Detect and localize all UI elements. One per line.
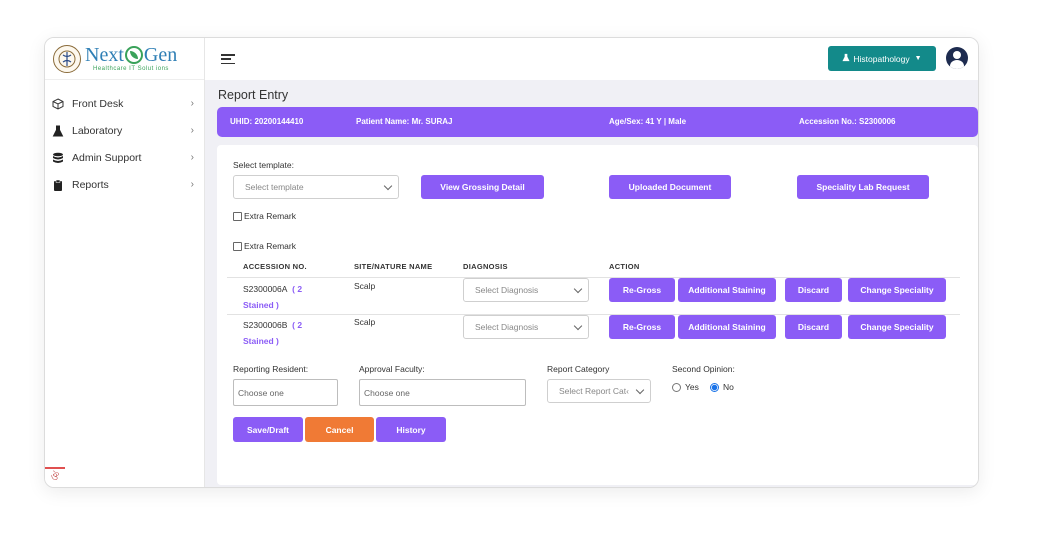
cancel-button[interactable]: Cancel xyxy=(305,417,374,442)
chevron-down-icon xyxy=(635,385,645,395)
logo-name: Next Gen xyxy=(85,44,178,66)
main-area: Histopathology ▼ Report Entry UHID: 2020… xyxy=(205,38,978,487)
regross-button[interactable]: Re-Gross xyxy=(609,278,675,302)
save-draft-button[interactable]: Save/Draft xyxy=(233,417,303,442)
sidebar-item-laboratory[interactable]: Laboratory › xyxy=(45,117,204,144)
patient-name: Patient Name: Mr. SURAJ xyxy=(356,117,453,126)
age-sex: Age/Sex: 41 Y | Male xyxy=(609,117,687,126)
speciality-lab-request-button[interactable]: Speciality Lab Request xyxy=(797,175,929,199)
department-label: Histopathology xyxy=(853,53,910,64)
header-diagnosis: DIAGNOSIS xyxy=(463,262,508,271)
emblem-icon xyxy=(53,44,81,73)
diagnosis-select[interactable]: Select Diagnosis xyxy=(463,278,589,302)
sidebar-nav: Front Desk › Laboratory › Admin Support … xyxy=(45,90,204,198)
discard-button[interactable]: Discard xyxy=(785,315,842,339)
change-speciality-button[interactable]: Change Speciality xyxy=(848,278,946,302)
view-grossing-detail-button[interactable]: View Grossing Detail xyxy=(421,175,544,199)
page-title: Report Entry xyxy=(218,88,289,102)
additional-staining-button[interactable]: Additional Staining xyxy=(678,278,776,302)
flask-icon xyxy=(52,125,64,137)
chevron-down-icon xyxy=(383,181,393,191)
sidebar-item-label: Admin Support xyxy=(72,151,142,164)
logo: Next Gen Healthcare IT Solut ions xyxy=(45,38,204,80)
patient-info-bar: UHID: 20200144410 Patient Name: Mr. SURA… xyxy=(217,107,978,137)
sidebar-item-admin-support[interactable]: Admin Support › xyxy=(45,144,204,171)
header-action: ACTION xyxy=(609,262,640,271)
report-category-label: Report Category xyxy=(547,364,610,374)
chevron-down-icon xyxy=(573,284,583,294)
table-row-site: Scalp xyxy=(354,281,376,291)
menu-icon[interactable] xyxy=(221,54,235,64)
second-opinion-label: Second Opinion: xyxy=(672,364,735,374)
approval-faculty-input[interactable]: Choose one xyxy=(359,379,526,406)
accession-number: Accession No.: S2300006 xyxy=(799,117,896,126)
uploaded-document-button[interactable]: Uploaded Document xyxy=(609,175,731,199)
select-template-label: Select template: xyxy=(233,160,294,170)
chevron-right-icon: › xyxy=(190,152,194,163)
department-dropdown[interactable]: Histopathology ▼ xyxy=(828,46,936,71)
caret-down-icon: ▼ xyxy=(914,55,922,62)
uhid: UHID: 20200144410 xyxy=(230,117,304,126)
header-site: SITE/NATURE NAME xyxy=(354,262,433,271)
discard-button[interactable]: Discard xyxy=(785,278,842,302)
sidebar-item-label: Laboratory xyxy=(72,124,123,137)
cube-icon xyxy=(52,97,64,110)
clipboard-icon xyxy=(52,179,64,191)
app-window: Next Gen Healthcare IT Solut ions Front D… xyxy=(44,37,979,488)
sidebar: Next Gen Healthcare IT Solut ions Front D… xyxy=(45,38,205,487)
header-accession: ACCESSION NO. xyxy=(243,262,307,271)
user-avatar-icon[interactable] xyxy=(946,47,968,69)
approval-faculty-label: Approval Faculty: xyxy=(359,364,425,374)
template-select[interactable]: Select template xyxy=(233,175,399,199)
leaf-icon xyxy=(124,46,143,64)
sidebar-item-label: Reports xyxy=(72,178,109,191)
flask-icon xyxy=(842,53,850,64)
logo-tagline: Healthcare IT Solut ions xyxy=(93,66,169,72)
extra-remark-checkbox-1[interactable]: Extra Remark xyxy=(233,211,296,221)
chevron-right-icon: › xyxy=(190,179,194,190)
chevron-right-icon: › xyxy=(190,125,194,136)
report-category-select[interactable]: Select Report Cat‹ xyxy=(547,379,651,403)
table-row-site: Scalp xyxy=(354,317,376,327)
app-badge-icon: ঔ xyxy=(45,467,65,487)
history-button[interactable]: History xyxy=(376,417,446,442)
regross-button[interactable]: Re-Gross xyxy=(609,315,675,339)
second-opinion-yes-radio[interactable]: Yes xyxy=(672,382,699,392)
table-row-accession: S2300006A ( 2 Stained ) xyxy=(243,284,303,310)
second-opinion-no-radio[interactable]: No xyxy=(710,382,734,392)
reporting-resident-input[interactable]: Choose one xyxy=(233,379,338,406)
chevron-right-icon: › xyxy=(190,98,194,109)
report-card: Select template: Select template View Gr… xyxy=(217,145,978,485)
database-icon xyxy=(52,152,64,164)
sidebar-item-label: Front Desk xyxy=(72,97,124,110)
change-speciality-button[interactable]: Change Speciality xyxy=(848,315,946,339)
chevron-down-icon xyxy=(573,321,583,331)
reporting-resident-label: Reporting Resident: xyxy=(233,364,309,374)
table-row-accession: S2300006B ( 2 Stained ) xyxy=(243,320,303,346)
diagnosis-select[interactable]: Select Diagnosis xyxy=(463,315,589,339)
additional-staining-button[interactable]: Additional Staining xyxy=(678,315,776,339)
sidebar-item-front-desk[interactable]: Front Desk › xyxy=(45,90,204,117)
sidebar-item-reports[interactable]: Reports › xyxy=(45,171,204,198)
extra-remark-checkbox-2[interactable]: Extra Remark xyxy=(233,241,296,251)
